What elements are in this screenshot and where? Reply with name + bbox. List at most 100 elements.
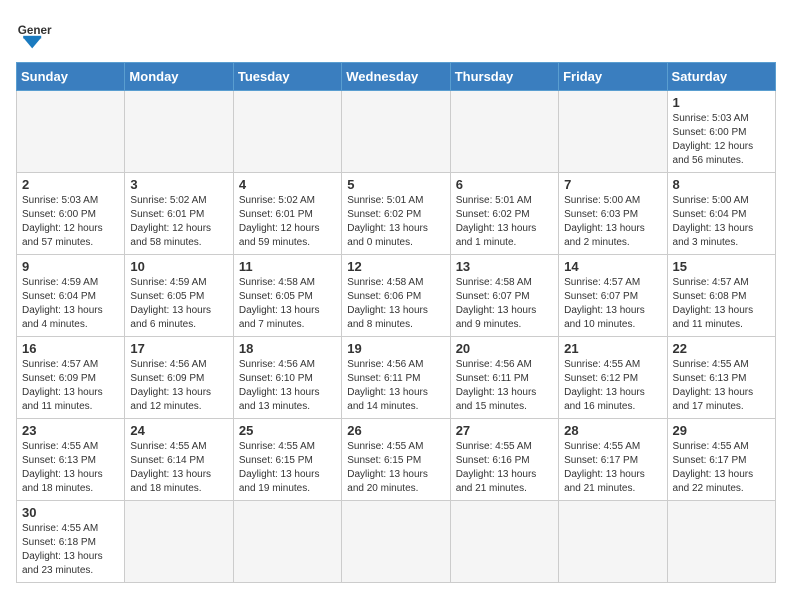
calendar-day-cell <box>233 501 341 583</box>
generalblue-logo-icon: General <box>16 16 52 52</box>
calendar-day-cell: 26 Sunrise: 4:55 AM Sunset: 6:15 PM Dayli… <box>342 419 450 501</box>
day-info: Sunrise: 4:55 AM Sunset: 6:12 PM Dayligh… <box>564 358 661 414</box>
calendar-day-cell: 29 Sunrise: 4:55 AM Sunset: 6:17 PM Dayli… <box>667 419 775 501</box>
day-info: Sunrise: 5:00 AM Sunset: 6:03 PM Dayligh… <box>564 194 661 250</box>
day-info: Sunrise: 5:01 AM Sunset: 6:02 PM Dayligh… <box>347 194 444 250</box>
day-number: 20 <box>456 341 553 356</box>
calendar-day-cell: 1 Sunrise: 5:03 AM Sunset: 6:00 PM Daylig… <box>667 91 775 173</box>
calendar-header-row: SundayMondayTuesdayWednesdayThursdayFrid… <box>17 63 776 91</box>
calendar-day-cell: 7 Sunrise: 5:00 AM Sunset: 6:03 PM Daylig… <box>559 173 667 255</box>
day-of-week-header: Friday <box>559 63 667 91</box>
day-number: 7 <box>564 177 661 192</box>
day-number: 9 <box>22 259 119 274</box>
calendar-day-cell: 5Sunrise: 5:01 AM Sunset: 6:02 PM Daylig… <box>342 173 450 255</box>
calendar-day-cell <box>559 91 667 173</box>
day-info: Sunrise: 4:55 AM Sunset: 6:17 PM Dayligh… <box>673 440 770 496</box>
day-info: Sunrise: 5:03 AM Sunset: 6:00 PM Dayligh… <box>673 112 770 168</box>
day-info: Sunrise: 4:59 AM Sunset: 6:05 PM Dayligh… <box>130 276 227 332</box>
day-number: 17 <box>130 341 227 356</box>
calendar-day-cell: 16 Sunrise: 4:57 AM Sunset: 6:09 PM Dayli… <box>17 337 125 419</box>
day-number: 30 <box>22 505 119 520</box>
day-number: 11 <box>239 259 336 274</box>
calendar-day-cell <box>125 91 233 173</box>
logo: General <box>16 16 56 52</box>
calendar-day-cell: 28Sunrise: 4:55 AM Sunset: 6:17 PM Dayli… <box>559 419 667 501</box>
calendar-week-row: 2 Sunrise: 5:03 AM Sunset: 6:00 PM Daylig… <box>17 173 776 255</box>
day-info: Sunrise: 5:02 AM Sunset: 6:01 PM Dayligh… <box>239 194 336 250</box>
calendar-day-cell: 24 Sunrise: 4:55 AM Sunset: 6:14 PM Dayli… <box>125 419 233 501</box>
day-of-week-header: Tuesday <box>233 63 341 91</box>
day-info: Sunrise: 4:56 AM Sunset: 6:11 PM Dayligh… <box>456 358 553 414</box>
calendar-day-cell: 27Sunrise: 4:55 AM Sunset: 6:16 PM Dayli… <box>450 419 558 501</box>
calendar-day-cell: 15Sunrise: 4:57 AM Sunset: 6:08 PM Dayli… <box>667 255 775 337</box>
day-number: 15 <box>673 259 770 274</box>
day-number: 12 <box>347 259 444 274</box>
day-info: Sunrise: 5:01 AM Sunset: 6:02 PM Dayligh… <box>456 194 553 250</box>
calendar-day-cell: 13Sunrise: 4:58 AM Sunset: 6:07 PM Dayli… <box>450 255 558 337</box>
day-info: Sunrise: 5:02 AM Sunset: 6:01 PM Dayligh… <box>130 194 227 250</box>
day-number: 23 <box>22 423 119 438</box>
day-info: Sunrise: 4:58 AM Sunset: 6:07 PM Dayligh… <box>456 276 553 332</box>
calendar-day-cell: 6Sunrise: 5:01 AM Sunset: 6:02 PM Daylig… <box>450 173 558 255</box>
day-info: Sunrise: 4:55 AM Sunset: 6:15 PM Dayligh… <box>347 440 444 496</box>
calendar-day-cell: 10 Sunrise: 4:59 AM Sunset: 6:05 PM Dayli… <box>125 255 233 337</box>
day-number: 10 <box>130 259 227 274</box>
calendar-day-cell <box>450 91 558 173</box>
day-of-week-header: Saturday <box>667 63 775 91</box>
calendar-day-cell <box>667 501 775 583</box>
calendar-day-cell: 2 Sunrise: 5:03 AM Sunset: 6:00 PM Daylig… <box>17 173 125 255</box>
day-number: 18 <box>239 341 336 356</box>
calendar-day-cell: 22 Sunrise: 4:55 AM Sunset: 6:13 PM Dayli… <box>667 337 775 419</box>
day-info: Sunrise: 5:03 AM Sunset: 6:00 PM Dayligh… <box>22 194 119 250</box>
day-number: 27 <box>456 423 553 438</box>
day-info: Sunrise: 5:00 AM Sunset: 6:04 PM Dayligh… <box>673 194 770 250</box>
day-info: Sunrise: 4:57 AM Sunset: 6:07 PM Dayligh… <box>564 276 661 332</box>
calendar-week-row: 30 Sunrise: 4:55 AM Sunset: 6:18 PM Dayli… <box>17 501 776 583</box>
calendar-day-cell: 19 Sunrise: 4:56 AM Sunset: 6:11 PM Dayli… <box>342 337 450 419</box>
day-of-week-header: Monday <box>125 63 233 91</box>
day-info: Sunrise: 4:56 AM Sunset: 6:09 PM Dayligh… <box>130 358 227 414</box>
day-info: Sunrise: 4:55 AM Sunset: 6:18 PM Dayligh… <box>22 522 119 578</box>
calendar-week-row: 23 Sunrise: 4:55 AM Sunset: 6:13 PM Dayli… <box>17 419 776 501</box>
day-info: Sunrise: 4:58 AM Sunset: 6:06 PM Dayligh… <box>347 276 444 332</box>
day-number: 1 <box>673 95 770 110</box>
day-number: 2 <box>22 177 119 192</box>
calendar-week-row: 9Sunrise: 4:59 AM Sunset: 6:04 PM Daylig… <box>17 255 776 337</box>
day-number: 19 <box>347 341 444 356</box>
day-number: 3 <box>130 177 227 192</box>
calendar-day-cell: 18 Sunrise: 4:56 AM Sunset: 6:10 PM Dayli… <box>233 337 341 419</box>
day-number: 26 <box>347 423 444 438</box>
calendar-day-cell <box>233 91 341 173</box>
day-of-week-header: Thursday <box>450 63 558 91</box>
day-info: Sunrise: 4:55 AM Sunset: 6:13 PM Dayligh… <box>22 440 119 496</box>
day-info: Sunrise: 4:56 AM Sunset: 6:11 PM Dayligh… <box>347 358 444 414</box>
day-number: 14 <box>564 259 661 274</box>
calendar-day-cell: 20 Sunrise: 4:56 AM Sunset: 6:11 PM Dayli… <box>450 337 558 419</box>
day-info: Sunrise: 4:58 AM Sunset: 6:05 PM Dayligh… <box>239 276 336 332</box>
day-number: 8 <box>673 177 770 192</box>
day-info: Sunrise: 4:55 AM Sunset: 6:13 PM Dayligh… <box>673 358 770 414</box>
calendar-day-cell: 8 Sunrise: 5:00 AM Sunset: 6:04 PM Daylig… <box>667 173 775 255</box>
svg-text:General: General <box>18 24 52 37</box>
calendar-day-cell <box>342 91 450 173</box>
day-info: Sunrise: 4:57 AM Sunset: 6:09 PM Dayligh… <box>22 358 119 414</box>
day-number: 25 <box>239 423 336 438</box>
day-number: 21 <box>564 341 661 356</box>
calendar-day-cell: 14 Sunrise: 4:57 AM Sunset: 6:07 PM Dayli… <box>559 255 667 337</box>
calendar-day-cell: 30 Sunrise: 4:55 AM Sunset: 6:18 PM Dayli… <box>17 501 125 583</box>
day-info: Sunrise: 4:55 AM Sunset: 6:15 PM Dayligh… <box>239 440 336 496</box>
day-info: Sunrise: 4:55 AM Sunset: 6:17 PM Dayligh… <box>564 440 661 496</box>
calendar-day-cell: 9Sunrise: 4:59 AM Sunset: 6:04 PM Daylig… <box>17 255 125 337</box>
calendar-week-row: 16 Sunrise: 4:57 AM Sunset: 6:09 PM Dayli… <box>17 337 776 419</box>
calendar-day-cell: 4Sunrise: 5:02 AM Sunset: 6:01 PM Daylig… <box>233 173 341 255</box>
calendar-day-cell: 23 Sunrise: 4:55 AM Sunset: 6:13 PM Dayli… <box>17 419 125 501</box>
day-number: 16 <box>22 341 119 356</box>
calendar-day-cell: 21 Sunrise: 4:55 AM Sunset: 6:12 PM Dayli… <box>559 337 667 419</box>
day-number: 24 <box>130 423 227 438</box>
calendar-day-cell: 17 Sunrise: 4:56 AM Sunset: 6:09 PM Dayli… <box>125 337 233 419</box>
day-number: 22 <box>673 341 770 356</box>
calendar-day-cell <box>559 501 667 583</box>
day-info: Sunrise: 4:56 AM Sunset: 6:10 PM Dayligh… <box>239 358 336 414</box>
day-number: 29 <box>673 423 770 438</box>
day-info: Sunrise: 4:55 AM Sunset: 6:14 PM Dayligh… <box>130 440 227 496</box>
